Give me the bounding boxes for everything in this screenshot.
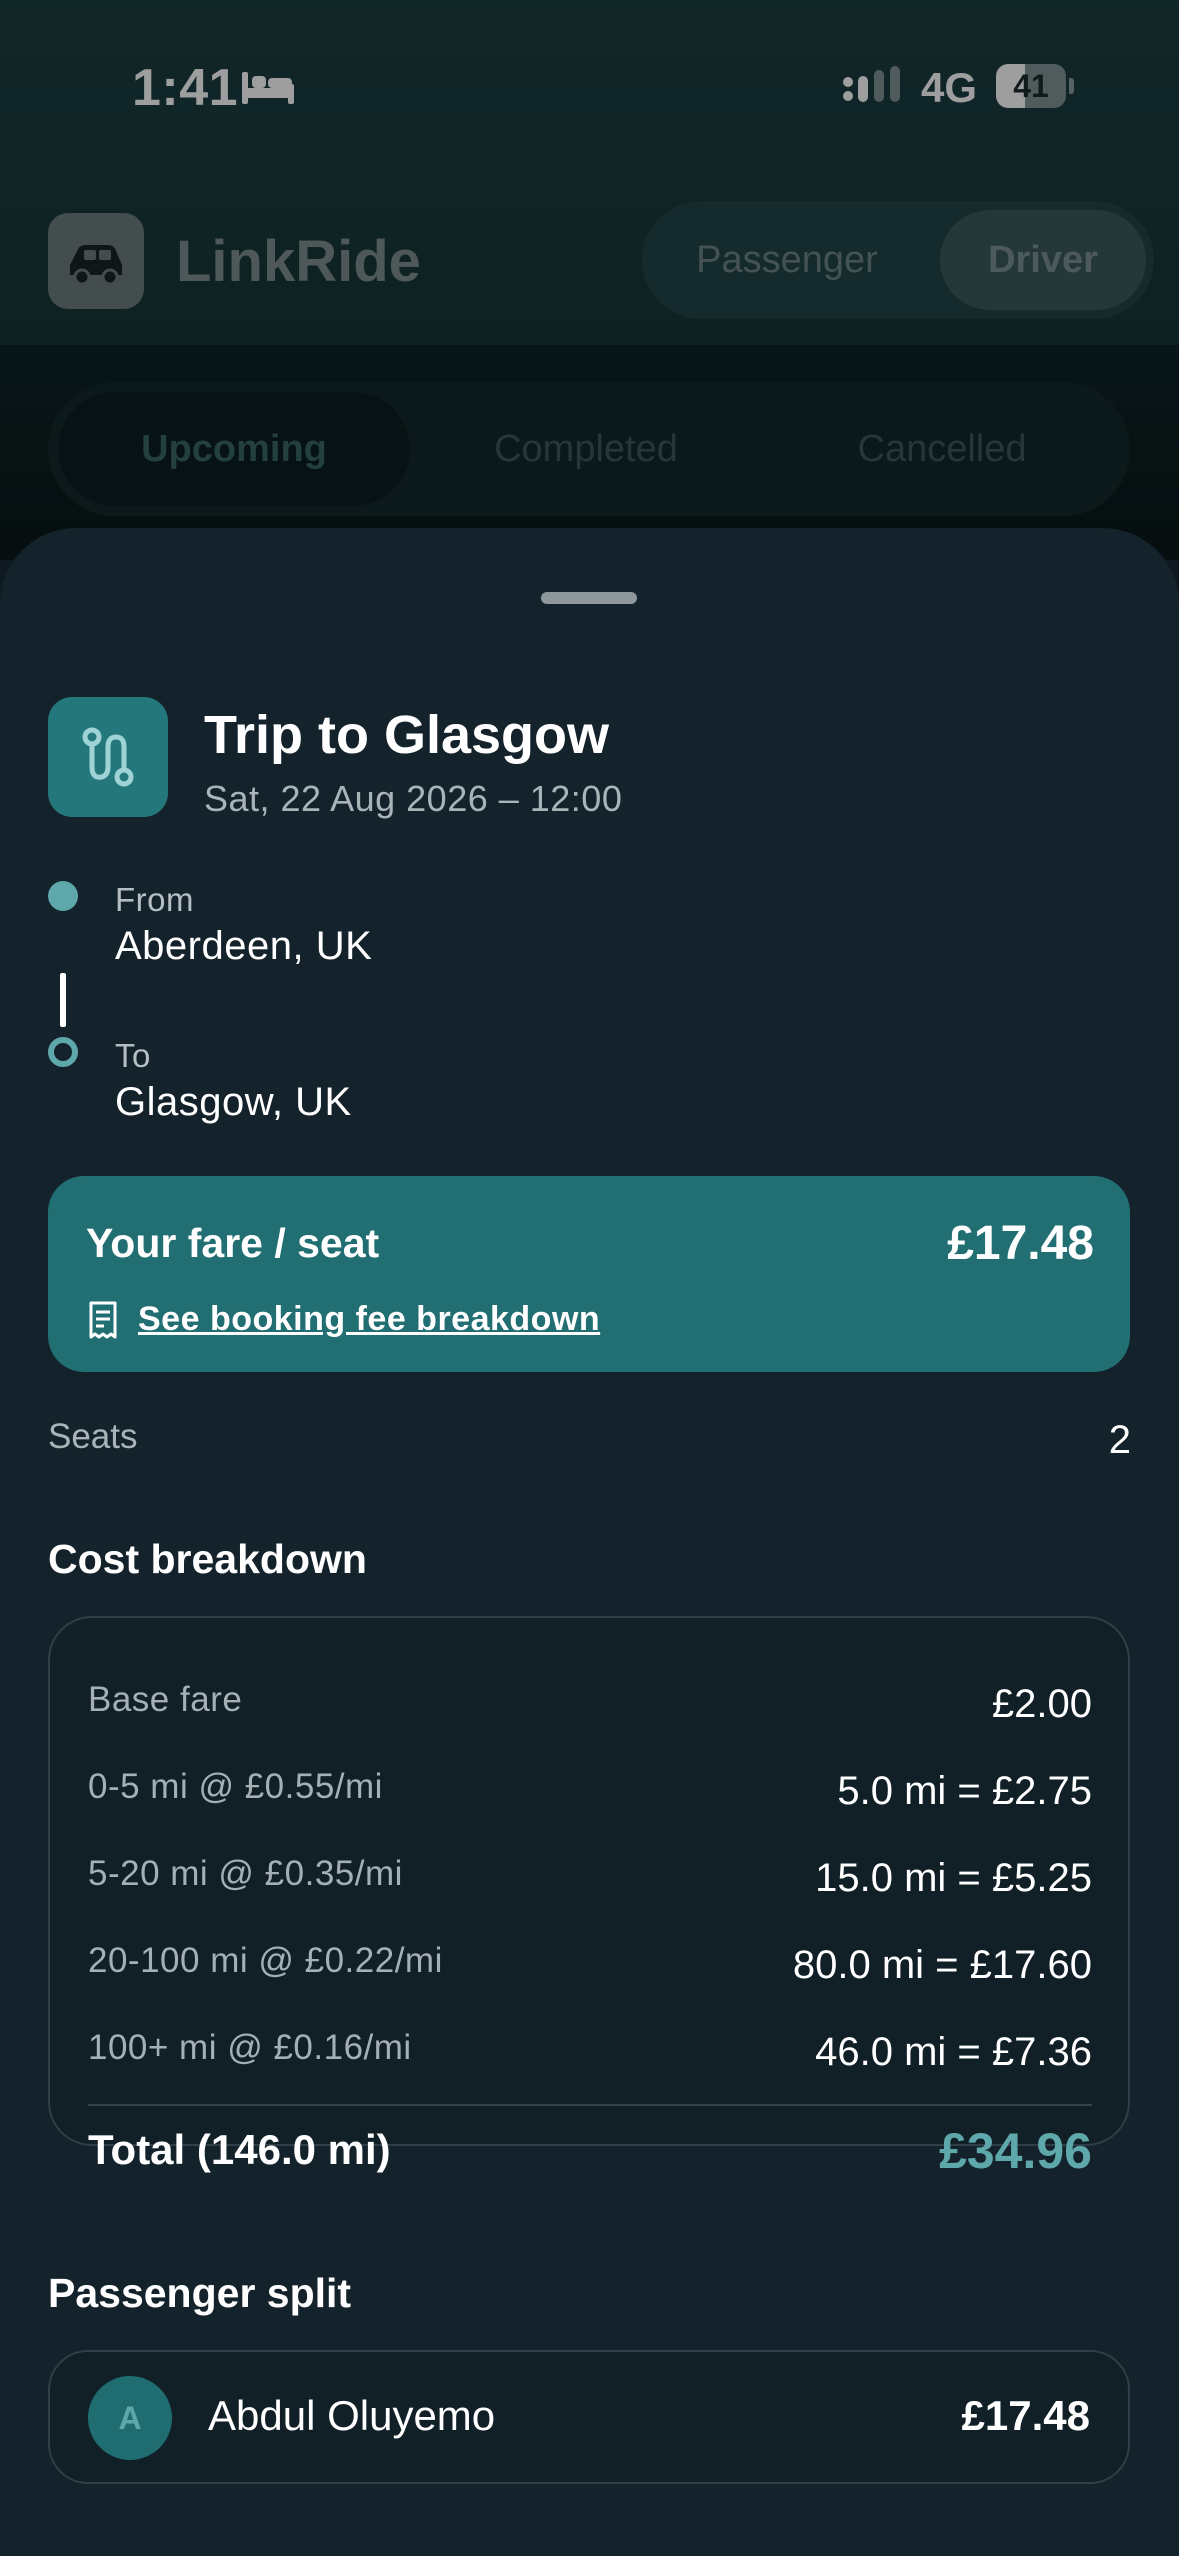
cost-row-label: 100+ mi @ £0.16/mi: [88, 2028, 412, 2067]
fare-value: £17.48: [947, 1217, 1094, 1270]
route-icon-tile: [48, 697, 168, 817]
cost-row: 20-100 mi @ £0.22/mi 80.0 mi = £17.60: [88, 1941, 1092, 2001]
to-value: Glasgow, UK: [115, 1080, 352, 1124]
cost-row: 100+ mi @ £0.16/mi 46.0 mi = £7.36: [88, 2028, 1092, 2088]
cost-row-value: £2.00: [991, 1682, 1092, 1726]
cost-row-value: 5.0 mi = £2.75: [837, 1769, 1092, 1813]
passenger-split-title: Passenger split: [48, 2270, 352, 2316]
cost-row-label: 20-100 mi @ £0.22/mi: [88, 1941, 443, 1980]
cost-breakdown-title: Cost breakdown: [48, 1536, 367, 1582]
to-label: To: [115, 1037, 151, 1074]
cost-total-row: Total (146.0 mi) £34.96: [88, 2123, 1092, 2196]
background-app: 1:41 4G 41 LinkRide Passenger Driver Upc…: [0, 0, 1179, 560]
cost-row-value: 15.0 mi = £5.25: [815, 1856, 1092, 1900]
passenger-name: Abdul Oluyemo: [208, 2392, 496, 2439]
cost-divider: [88, 2104, 1092, 2106]
from-label: From: [115, 881, 194, 918]
cost-breakdown-card: Base fare £2.00 0-5 mi @ £0.55/mi 5.0 mi…: [48, 1616, 1130, 2179]
receipt-icon: [89, 1301, 117, 1339]
route-connector: [60, 973, 66, 1027]
passenger-split-row: A Abdul Oluyemo £17.48: [48, 2350, 1130, 2484]
sheet-grabber[interactable]: [541, 592, 637, 604]
cost-total-value: £34.96: [939, 2123, 1092, 2179]
cost-row-label: Base fare: [88, 1680, 243, 1719]
trip-detail-sheet: Trip to Glasgow Sat, 22 Aug 2026 – 12:00…: [0, 528, 1179, 2556]
passenger-amount: £17.48: [961, 2392, 1090, 2439]
cost-total-label: Total (146.0 mi): [88, 2126, 391, 2173]
fare-label: Your fare / seat: [86, 1220, 380, 1266]
seats-value: 2: [1108, 1418, 1131, 1462]
cost-row-value: 80.0 mi = £17.60: [792, 1943, 1092, 1987]
cost-row-value: 46.0 mi = £7.36: [815, 2030, 1092, 2074]
trip-title: Trip to Glasgow: [204, 705, 610, 765]
cost-row-label: 5-20 mi @ £0.35/mi: [88, 1854, 403, 1893]
trip-datetime: Sat, 22 Aug 2026 – 12:00: [204, 778, 623, 819]
cost-row: Base fare £2.00: [88, 1680, 1092, 1740]
from-value: Aberdeen, UK: [115, 924, 373, 968]
seats-label: Seats: [48, 1417, 138, 1456]
origin-dot-icon: [48, 881, 78, 911]
modal-scrim[interactable]: [0, 0, 1179, 560]
destination-dot-icon: [48, 1037, 78, 1067]
cost-row: 0-5 mi @ £0.55/mi 5.0 mi = £2.75: [88, 1767, 1092, 1827]
fare-card: Your fare / seat £17.48 See booking fee …: [48, 1176, 1130, 1372]
cost-row: 5-20 mi @ £0.35/mi 15.0 mi = £5.25: [88, 1854, 1092, 1914]
route-icon: [82, 727, 134, 787]
cost-row-label: 0-5 mi @ £0.55/mi: [88, 1767, 383, 1806]
booking-fee-breakdown-link[interactable]: See booking fee breakdown: [138, 1300, 600, 1339]
avatar: A: [88, 2376, 172, 2460]
